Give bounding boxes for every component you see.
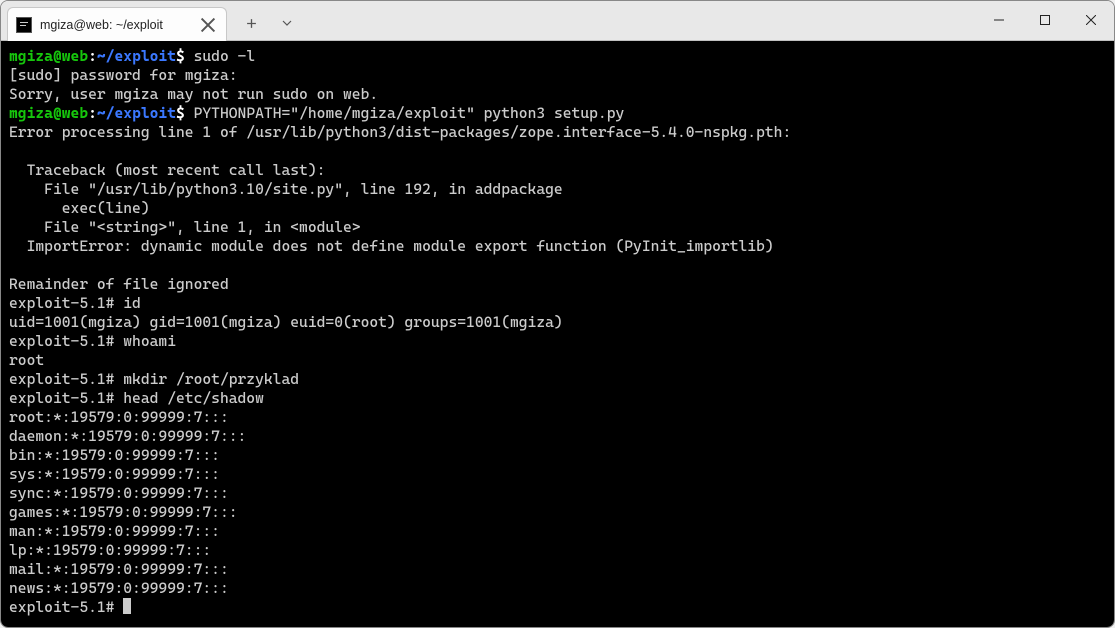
output-line: [sudo] password for mgiza: (9, 66, 238, 84)
close-window-button[interactable] (1068, 0, 1114, 40)
tab-close-button[interactable] (200, 17, 216, 33)
terminal-icon (16, 17, 32, 33)
output-line: exploit-5.1# mkdir /root/przyklad (9, 370, 299, 388)
prompt-user: mgiza@web (9, 104, 88, 122)
window-controls (976, 0, 1114, 40)
prompt-colon: : (88, 47, 97, 65)
tab-active[interactable]: mgiza@web: ~/exploit (7, 7, 227, 41)
output-line: exploit-5.1# (9, 598, 123, 616)
output-line: man:*:19579:0:99999:7::: (9, 522, 220, 540)
output-line: File "<string>", line 1, in <module> (9, 218, 361, 236)
maximize-button[interactable] (1022, 0, 1068, 40)
command-2: PYTHONPATH="/home/mgiza/exploit" python3… (185, 104, 624, 122)
prompt-path: ~/exploit (97, 47, 176, 65)
output-line: bin:*:19579:0:99999:7::: (9, 446, 220, 464)
titlebar: mgiza@web: ~/exploit (1, 1, 1114, 41)
output-line: mail:*:19579:0:99999:7::: (9, 560, 229, 578)
output-line: lp:*:19579:0:99999:7::: (9, 541, 211, 559)
prompt-path: ~/exploit (97, 104, 176, 122)
output-line: root (9, 351, 44, 369)
prompt-sigil: $ (176, 47, 185, 65)
output-line: Sorry, user mgiza may not run sudo on we… (9, 85, 378, 103)
output-line: Remainder of file ignored (9, 275, 229, 293)
output-line: daemon:*:19579:0:99999:7::: (9, 427, 246, 445)
output-line: Traceback (most recent call last): (9, 161, 325, 179)
output-line: sync:*:19579:0:99999:7::: (9, 484, 229, 502)
terminal-body[interactable]: mgiza@web:~/exploit$ sudo -l [sudo] pass… (1, 41, 1114, 627)
output-line: ImportError: dynamic module does not def… (9, 237, 774, 255)
output-line: uid=1001(mgiza) gid=1001(mgiza) euid=0(r… (9, 313, 563, 331)
terminal-window: mgiza@web: ~/exploit mgiza@web:~/exploit… (0, 0, 1115, 628)
prompt-sigil: $ (176, 104, 185, 122)
output-line: sys:*:19579:0:99999:7::: (9, 465, 220, 483)
output-line: news:*:19579:0:99999:7::: (9, 579, 229, 597)
output-line: games:*:19579:0:99999:7::: (9, 503, 238, 521)
new-tab-button[interactable] (237, 9, 265, 37)
output-line: root:*:19579:0:99999:7::: (9, 408, 229, 426)
output-line: Error processing line 1 of /usr/lib/pyth… (9, 123, 791, 141)
tab-title: mgiza@web: ~/exploit (40, 18, 163, 32)
prompt-user: mgiza@web (9, 47, 88, 65)
minimize-button[interactable] (976, 0, 1022, 40)
tab-dropdown-button[interactable] (273, 9, 301, 37)
output-line: File "/usr/lib/python3.10/site.py", line… (9, 180, 563, 198)
output-line: exploit-5.1# head /etc/shadow (9, 389, 264, 407)
output-line: exec(line) (9, 199, 150, 217)
cursor (123, 598, 131, 614)
prompt-colon: : (88, 104, 97, 122)
output-line: exploit-5.1# id (9, 294, 141, 312)
command-1: sudo -l (185, 47, 255, 65)
output-line: exploit-5.1# whoami (9, 332, 176, 350)
